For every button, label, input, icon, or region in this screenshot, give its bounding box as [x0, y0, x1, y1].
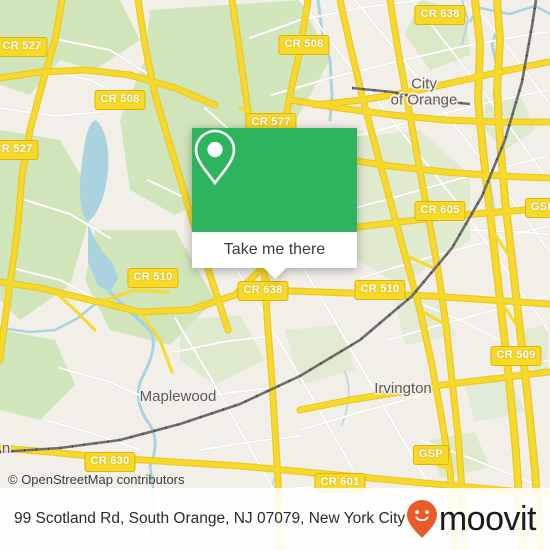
route-shield[interactable]: GSP [412, 445, 450, 465]
place-label-city-of-orange: City of Orange [390, 75, 458, 108]
route-shield[interactable]: GSP [524, 198, 550, 218]
route-shield[interactable]: CR 638 [414, 5, 466, 25]
moovit-logo[interactable]: moovit [406, 500, 537, 538]
route-shield[interactable]: CR 510 [354, 280, 406, 300]
route-shield[interactable]: CR 508 [94, 90, 146, 110]
popup-tail [263, 268, 286, 279]
popup-header [192, 128, 357, 232]
route-shield[interactable]: CR 527 [0, 140, 39, 160]
route-shield[interactable]: CR 509 [490, 346, 542, 366]
map-canvas[interactable]: .rd-major { stroke:#f7da29; stroke-linec… [0, 0, 550, 550]
route-shield[interactable]: CR 638 [237, 281, 289, 301]
address-text: 99 Scotland Rd, South Orange, NJ 07079, … [14, 509, 406, 527]
place-label-irvington: Irvington [374, 380, 432, 398]
osm-attribution: © OpenStreetMap contributors [8, 472, 185, 487]
moovit-wordmark: moovit [438, 500, 537, 538]
map-popup-card[interactable]: Take me there [192, 128, 357, 279]
route-shield[interactable]: CR 605 [414, 201, 466, 221]
route-shield[interactable]: CR 510 [127, 268, 179, 288]
place-label-partial: n [1, 440, 11, 458]
moovit-smiley-pin-icon [406, 500, 437, 538]
take-me-there-button[interactable]: Take me there [192, 232, 357, 268]
route-shield[interactable]: CR 508 [278, 35, 330, 55]
map-screenshot: .rd-major { stroke:#f7da29; stroke-linec… [0, 0, 550, 550]
place-label-maplewood: Maplewood [139, 388, 217, 406]
footer-bar: 99 Scotland Rd, South Orange, NJ 07079, … [0, 488, 550, 550]
route-shield[interactable]: CR 527 [0, 37, 48, 57]
route-shield[interactable]: CR 630 [84, 452, 136, 472]
